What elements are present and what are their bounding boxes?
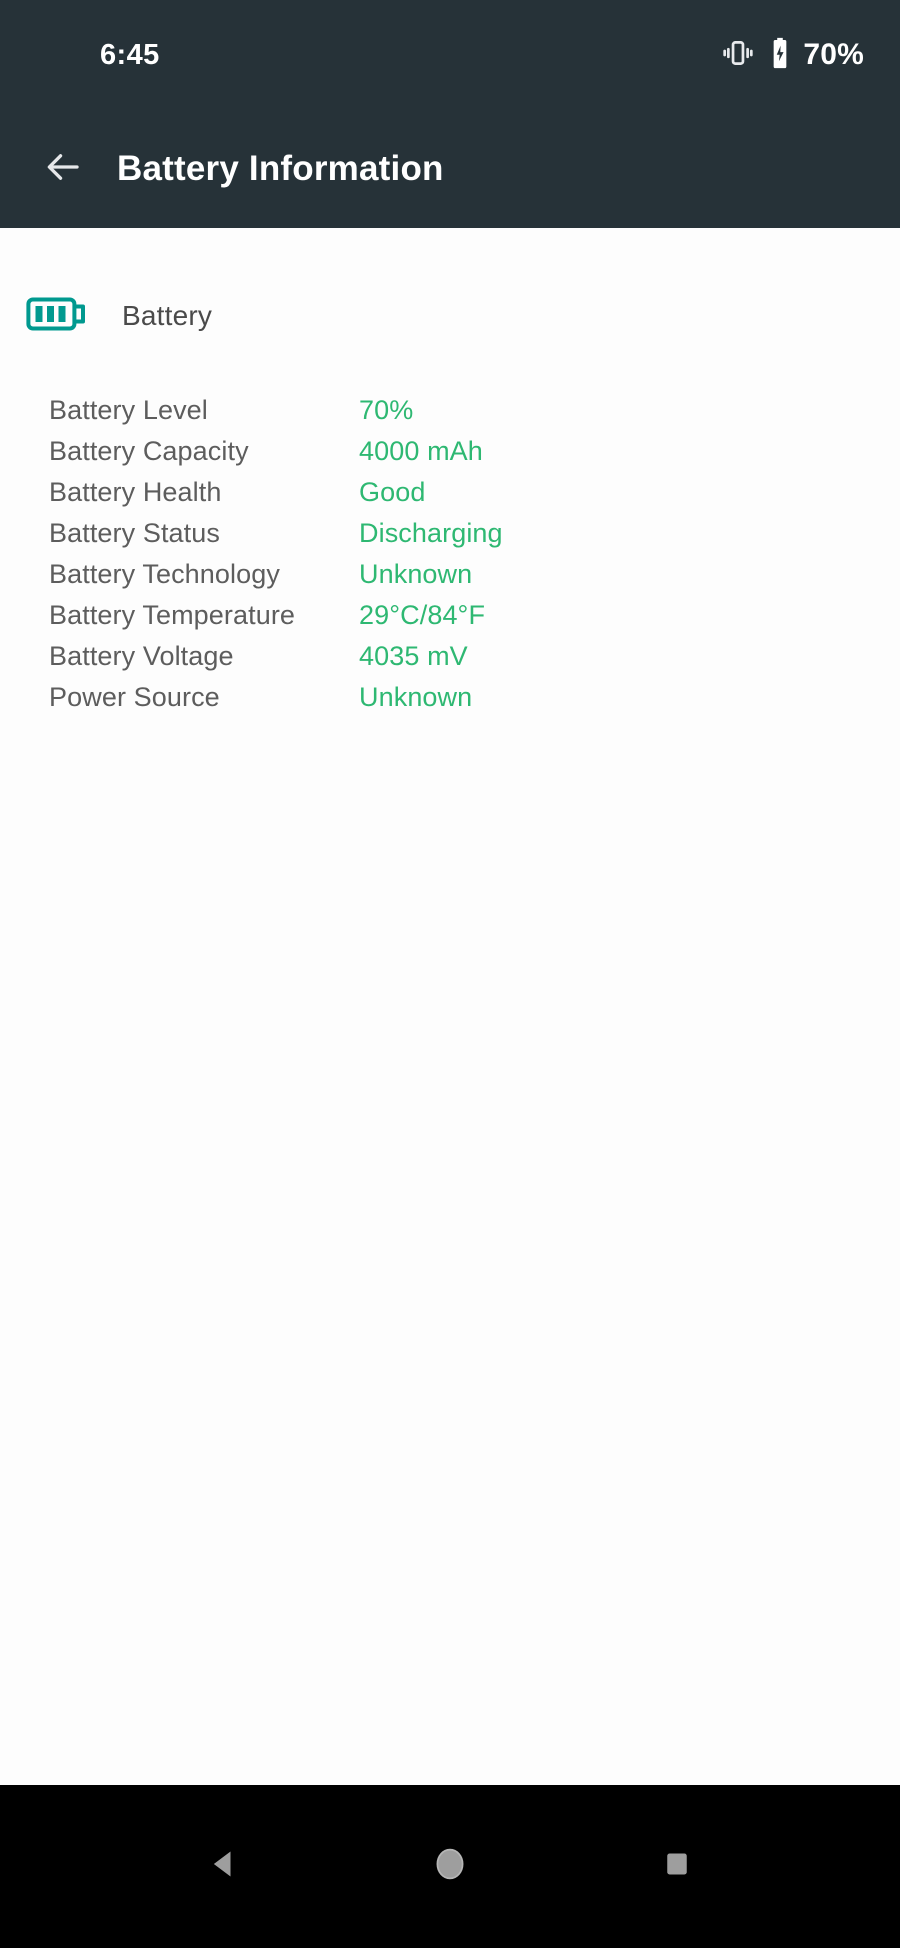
status-bar: 6:45 70% [0,0,900,110]
battery-section-title: Battery [122,300,213,331]
battery-full-icon [26,292,92,341]
status-bar-icons: 70% [721,36,864,75]
back-button[interactable] [33,139,93,199]
row-label: Power Source [49,682,220,712]
row-value: 4000 mAh [359,436,483,466]
table-row: Battery Status Discharging [49,518,900,559]
nav-home-button[interactable] [405,1822,495,1912]
table-row: Battery Temperature 29°C/84°F [49,600,900,641]
row-label: Battery Level [49,395,208,425]
square-recents-icon [659,1846,695,1887]
table-row: Battery Voltage 4035 mV [49,641,900,682]
navigation-bar [0,1785,900,1948]
row-value: 29°C/84°F [359,600,486,630]
row-label: Battery Voltage [49,641,234,671]
battery-icon [769,36,791,75]
nav-recents-button[interactable] [632,1822,722,1912]
content-area: Battery Battery Level 70% Battery Capaci… [0,228,900,1785]
row-value: Unknown [359,559,473,589]
row-label: Battery Health [49,477,222,507]
row-label: Battery Status [49,518,220,548]
app-bar: Battery Information [0,110,900,228]
row-value: 4035 mV [359,641,468,671]
table-row: Battery Level 70% [49,395,900,436]
row-value: Unknown [359,682,473,712]
vibrate-icon [721,36,755,75]
row-label: Battery Capacity [49,436,249,466]
phone-screen: 6:45 70% Battery Information Battery Bat… [0,0,900,1948]
nav-back-button[interactable] [178,1822,268,1912]
triangle-back-icon [203,1844,243,1889]
row-label: Battery Temperature [49,600,296,630]
table-row: Battery Health Good [49,477,900,518]
row-value: Good [359,477,426,507]
status-bar-clock: 6:45 [100,38,160,71]
table-row: Battery Technology Unknown [49,559,900,600]
table-row: Battery Capacity 4000 mAh [49,436,900,477]
row-value: 70% [359,395,414,425]
row-value: Discharging [359,518,503,548]
page-title: Battery Information [117,149,444,188]
table-row: Power Source Unknown [49,682,900,723]
arrow-left-icon [42,146,84,193]
battery-section-header: Battery [0,284,900,348]
row-label: Battery Technology [49,559,280,589]
circle-home-icon [429,1843,471,1890]
status-battery-percent: 70% [803,38,864,71]
battery-info-table: Battery Level 70% Battery Capacity 4000 … [0,395,900,723]
